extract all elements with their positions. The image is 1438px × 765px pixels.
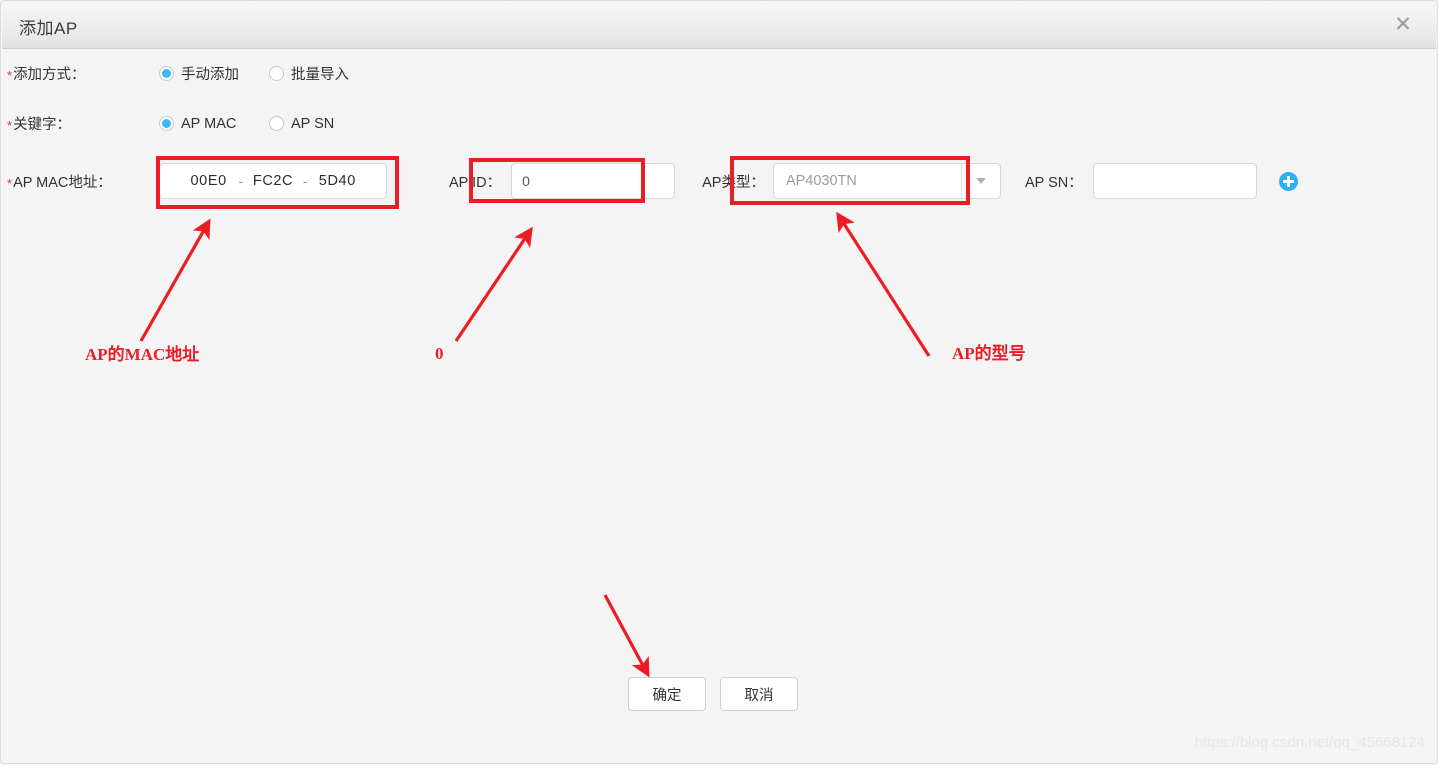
add-mode-label: *添加方式： bbox=[7, 67, 86, 83]
required-asterisk: * bbox=[7, 175, 13, 191]
watermark: https://blog.csdn.net/qq_45668124 bbox=[1194, 734, 1425, 751]
dialog-footer: 确定 取消 bbox=[628, 677, 798, 711]
required-asterisk: * bbox=[7, 68, 13, 83]
arrow-to-ap-type bbox=[836, 211, 931, 357]
ap-mac-separator: - bbox=[303, 173, 308, 189]
annotation-ap-type-note: AP的型号 bbox=[952, 344, 1026, 363]
ap-id-input[interactable] bbox=[511, 163, 676, 199]
dialog-titlebar: 添加AP ✕ bbox=[2, 2, 1436, 49]
arrow-to-ap-mac bbox=[139, 218, 211, 342]
radio-indicator bbox=[159, 116, 174, 131]
ap-mac-label: *AP MAC地址： bbox=[7, 174, 112, 191]
dialog-title: 添加AP bbox=[19, 19, 78, 38]
chevron-down-icon bbox=[960, 164, 1000, 198]
ap-mac-segment-3[interactable] bbox=[309, 172, 366, 190]
radio-indicator bbox=[269, 116, 284, 131]
radio-batch-import[interactable]: 批量导入 bbox=[269, 63, 349, 84]
ap-mac-segment-2[interactable] bbox=[245, 172, 301, 190]
ap-type-selected-value: AP4030TN bbox=[785, 173, 857, 189]
form-row-keyword: *关键字： AP MAC AP SN bbox=[7, 113, 334, 134]
ap-mac-input-group[interactable]: - - bbox=[159, 163, 387, 199]
ap-mac-segment-1[interactable] bbox=[180, 172, 237, 190]
keyword-radio-group: AP MAC AP SN bbox=[159, 116, 334, 132]
add-mode-radio-group: 手动添加 批量导入 bbox=[159, 63, 349, 84]
ap-sn-label: AP SN： bbox=[1024, 174, 1083, 191]
plus-circle-icon[interactable] bbox=[1278, 171, 1298, 191]
close-icon[interactable]: ✕ bbox=[1388, 10, 1418, 40]
form-row-add-mode: *添加方式： 手动添加 批量导入 bbox=[7, 63, 349, 84]
ap-id-label: AP ID： bbox=[449, 174, 502, 191]
radio-indicator bbox=[269, 66, 284, 81]
keyword-label: *关键字： bbox=[7, 117, 72, 133]
confirm-button[interactable]: 确定 bbox=[628, 677, 706, 711]
ap-type-select[interactable]: AP4030TN bbox=[772, 163, 1001, 199]
ap-type-label: AP类型： bbox=[702, 174, 765, 191]
form-row-fields: *AP MAC地址： - - AP ID： AP类型： AP4030TN AP … bbox=[7, 163, 1298, 199]
radio-ap-sn[interactable]: AP SN bbox=[269, 116, 334, 132]
annotation-ap-id-note: 0 bbox=[435, 344, 444, 363]
annotation-ap-mac-note: AP的MAC地址 bbox=[85, 345, 200, 364]
required-asterisk: * bbox=[7, 118, 13, 133]
radio-manual-add[interactable]: 手动添加 bbox=[159, 63, 269, 84]
add-ap-dialog: 添加AP ✕ *添加方式： 手动添加 批量导入 *关键字： AP MAC AP … bbox=[0, 0, 1438, 764]
arrow-to-confirm-button bbox=[603, 594, 650, 678]
ap-mac-separator: - bbox=[238, 173, 243, 189]
radio-indicator bbox=[159, 66, 174, 81]
cancel-button[interactable]: 取消 bbox=[720, 677, 798, 711]
radio-ap-mac[interactable]: AP MAC bbox=[159, 116, 269, 132]
ap-sn-input[interactable] bbox=[1092, 163, 1257, 199]
arrow-to-ap-id bbox=[454, 226, 533, 342]
